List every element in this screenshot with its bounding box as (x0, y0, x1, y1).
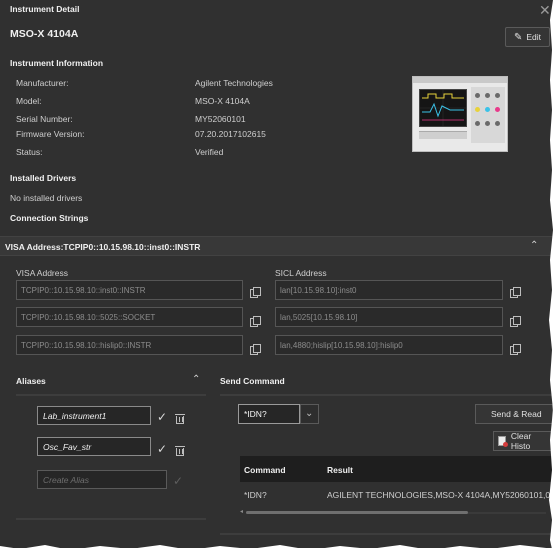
torn-edge-decoration (0, 0, 555, 554)
